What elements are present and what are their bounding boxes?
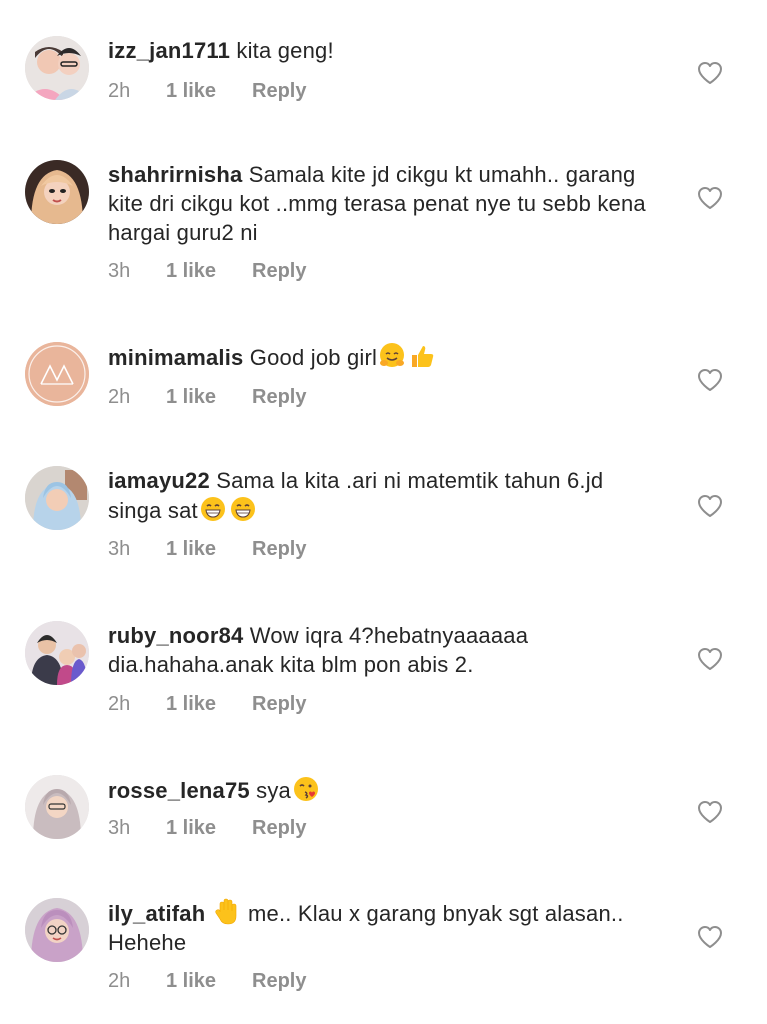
comment-username[interactable]: ily_atifah (108, 901, 205, 926)
comment-likes[interactable]: 1 like (166, 80, 252, 103)
comment-time: 2h (108, 693, 131, 715)
reply-button[interactable]: Reply (252, 538, 306, 561)
comment-meta: 2h 1 like Reply (108, 386, 306, 409)
comment-meta: 3h 1 like Reply (108, 817, 306, 840)
reply-button[interactable]: Reply (252, 970, 306, 993)
comment-body: kita geng! (236, 38, 334, 63)
comment-text: shahrirnisha Samala kite jd cikgu kt uma… (108, 160, 653, 247)
comment-likes[interactable]: 1 like (166, 386, 252, 409)
avatar[interactable] (25, 621, 89, 685)
comment-likes[interactable]: 1 like (166, 538, 252, 561)
comment-likes[interactable]: 1 like (166, 970, 252, 993)
comment-time: 3h (108, 538, 131, 560)
heart-outline-icon[interactable] (697, 368, 723, 392)
avatar[interactable] (25, 775, 89, 839)
comment-meta: 2h 1 like Reply (108, 693, 306, 716)
grinning-face-emoji (229, 495, 257, 523)
comment-time: 2h (108, 386, 131, 408)
reply-button[interactable]: Reply (252, 817, 306, 840)
hugging-face-emoji (378, 342, 406, 370)
comment-meta: 2h 1 like Reply (108, 80, 306, 103)
raised-hand-emoji (213, 898, 241, 926)
avatar[interactable] (25, 466, 89, 530)
heart-outline-icon[interactable] (697, 61, 723, 85)
heart-outline-icon[interactable] (697, 800, 723, 824)
comment-likes[interactable]: 1 like (166, 260, 252, 283)
comment-text: minimamalis Good job girl (108, 342, 653, 372)
grinning-face-emoji (199, 495, 227, 523)
avatar[interactable] (25, 36, 89, 100)
comment-time: 3h (108, 817, 131, 839)
comment-time: 2h (108, 970, 131, 992)
comment-text: rosse_lena75 sya (108, 775, 653, 805)
comment-text: ily_atifah me.. Klau x garang bnyak sgt … (108, 898, 653, 957)
comment-username[interactable]: rosse_lena75 (108, 778, 250, 803)
reply-button[interactable]: Reply (252, 80, 306, 103)
comment-likes[interactable]: 1 like (166, 817, 252, 840)
comment-likes[interactable]: 1 like (166, 693, 252, 716)
heart-outline-icon[interactable] (697, 647, 723, 671)
comment-username[interactable]: minimamalis (108, 345, 243, 370)
avatar[interactable] (25, 160, 89, 224)
comment-time: 2h (108, 80, 131, 102)
comment-meta: 3h 1 like Reply (108, 260, 306, 283)
comment-username[interactable]: iamayu22 (108, 468, 210, 493)
thumbs-up-emoji (408, 342, 436, 370)
kissing-face-emoji (292, 775, 320, 803)
comment-meta: 3h 1 like Reply (108, 538, 306, 561)
heart-outline-icon[interactable] (697, 494, 723, 518)
comment-body: sya (256, 778, 291, 803)
reply-button[interactable]: Reply (252, 386, 306, 409)
avatar[interactable] (25, 898, 89, 962)
comment-username[interactable]: shahrirnisha (108, 162, 242, 187)
reply-button[interactable]: Reply (252, 260, 306, 283)
comment-body: Good job girl (249, 345, 378, 370)
comment-text: izz_jan1711 kita geng! (108, 36, 653, 65)
comment-text: ruby_noor84 Wow iqra 4?hebatnyaaaaaa dia… (108, 621, 653, 679)
comment-username[interactable]: izz_jan1711 (108, 38, 230, 63)
heart-outline-icon[interactable] (697, 925, 723, 949)
reply-button[interactable]: Reply (252, 693, 306, 716)
comment-time: 3h (108, 260, 131, 282)
comment-meta: 2h 1 like Reply (108, 970, 306, 993)
avatar[interactable] (25, 342, 89, 406)
comment-text: iamayu22 Sama la kita .ari ni matemtik t… (108, 466, 653, 525)
heart-outline-icon[interactable] (697, 186, 723, 210)
comment-username[interactable]: ruby_noor84 (108, 623, 243, 648)
